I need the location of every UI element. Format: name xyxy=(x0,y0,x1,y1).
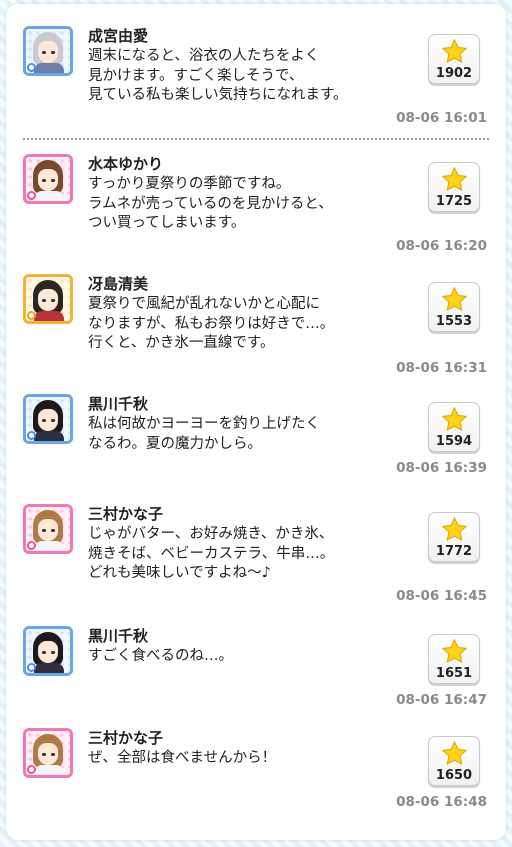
sender-name: 水本ゆかり xyxy=(88,155,164,173)
like-count: 1553 xyxy=(435,314,473,329)
attribute-badge-icon xyxy=(27,663,36,672)
timestamp: 08-06 16:48 xyxy=(396,794,487,810)
attribute-badge-icon xyxy=(27,765,36,774)
message-text: すごく食べるのね…。 xyxy=(88,648,233,664)
sender-name: 三村かな子 xyxy=(88,729,164,747)
like-button[interactable]: 1651 xyxy=(428,634,480,684)
like-count: 1594 xyxy=(435,434,473,449)
star-icon xyxy=(441,286,468,312)
sender-name: 三村かな子 xyxy=(88,505,164,523)
message-panel: 成宮由愛 週末になると、浴衣の人たちをよく 見かけます。すごく楽しそうで、 見て… xyxy=(6,4,506,840)
message-text: 夏祭りで風紀が乱れないかと心配に なりますが、私もお祭りは好きで…。 行くと、か… xyxy=(88,296,335,351)
sender-name: 黒川千秋 xyxy=(88,627,149,645)
avatar[interactable] xyxy=(23,154,73,204)
sender-name: 黒川千秋 xyxy=(88,395,149,413)
like-count: 1902 xyxy=(435,66,473,81)
like-button[interactable]: 1725 xyxy=(428,162,480,212)
avatar[interactable] xyxy=(23,26,73,76)
message-text: 私は何故かヨーヨーを釣り上げたく なるわ。夏の魔力かしら。 xyxy=(88,416,320,452)
star-icon xyxy=(441,740,468,766)
like-count: 1651 xyxy=(435,666,473,681)
timestamp: 08-06 16:45 xyxy=(396,588,487,604)
like-count: 1772 xyxy=(435,544,473,559)
avatar[interactable] xyxy=(23,274,73,324)
sender-name: 冴島清美 xyxy=(88,275,149,293)
avatar[interactable] xyxy=(23,626,73,676)
timestamp: 08-06 16:20 xyxy=(396,238,487,254)
avatar[interactable] xyxy=(23,504,73,554)
message-text: じゃがバター、お好み焼き、かき氷、 焼きそば、ベビーカステラ、牛串…。 どれも美… xyxy=(88,526,335,581)
sender-name: 成宮由愛 xyxy=(88,27,149,45)
divider xyxy=(23,138,489,140)
attribute-badge-icon xyxy=(27,431,36,440)
star-icon xyxy=(441,38,468,64)
star-icon xyxy=(441,516,468,542)
timestamp: 08-06 16:01 xyxy=(396,110,487,126)
star-icon xyxy=(441,166,468,192)
star-icon xyxy=(441,638,468,664)
like-button[interactable]: 1594 xyxy=(428,402,480,452)
like-button[interactable]: 1553 xyxy=(428,282,480,332)
avatar[interactable] xyxy=(23,728,73,778)
timestamp: 08-06 16:39 xyxy=(396,460,487,476)
like-count: 1725 xyxy=(435,194,473,209)
like-button[interactable]: 1772 xyxy=(428,512,480,562)
timestamp: 08-06 16:31 xyxy=(396,360,487,376)
message-text: ぜ、全部は食べませんから！ xyxy=(88,750,277,766)
message-text: 週末になると、浴衣の人たちをよく 見かけます。すごく楽しそうで、 見ている私も楽… xyxy=(88,48,348,103)
attribute-badge-icon xyxy=(27,311,36,320)
like-button[interactable]: 1650 xyxy=(428,736,480,786)
star-icon xyxy=(441,406,468,432)
like-count: 1650 xyxy=(435,768,473,783)
attribute-badge-icon xyxy=(27,191,36,200)
attribute-badge-icon xyxy=(27,541,36,550)
like-button[interactable]: 1902 xyxy=(428,34,480,84)
avatar[interactable] xyxy=(23,394,73,444)
timestamp: 08-06 16:47 xyxy=(396,692,487,708)
message-text: すっかり夏祭りの季節ですね。 ラムネが売っているのを見かけると、 つい買ってしま… xyxy=(88,176,333,231)
attribute-badge-icon xyxy=(27,63,36,72)
